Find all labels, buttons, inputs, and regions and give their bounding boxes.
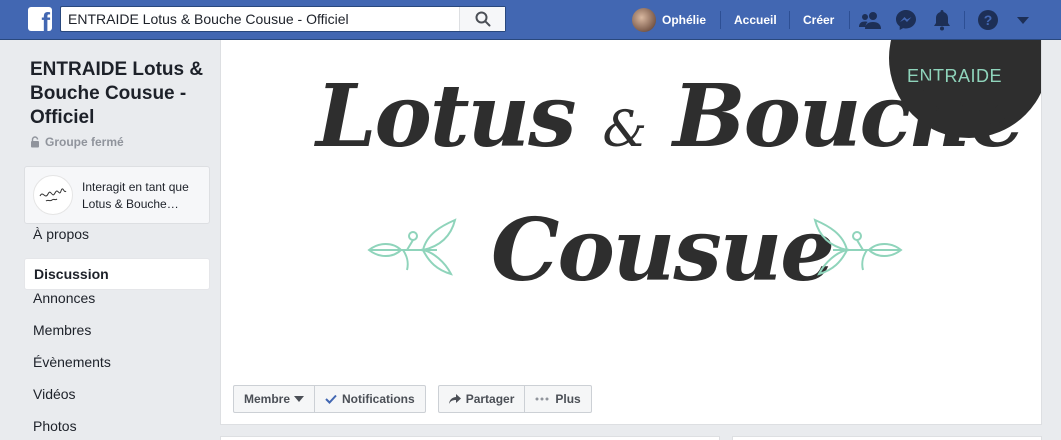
sidebar-item-discussion[interactable]: Discussion	[24, 258, 210, 290]
more-label: Plus	[555, 392, 581, 406]
nav-divider	[964, 11, 965, 29]
check-icon	[325, 394, 337, 404]
share-buttons: Partager Plus	[437, 385, 592, 413]
nav-divider	[849, 11, 850, 29]
cover-title-line-2: Cousue	[491, 200, 835, 301]
leaf-sprig-right-icon	[813, 218, 903, 276]
more-dots-icon	[535, 397, 549, 401]
notifications-label: Notifications	[342, 392, 415, 406]
sidebar-item-membres[interactable]: Membres	[24, 322, 210, 354]
group-privacy: Groupe fermé	[30, 135, 124, 149]
member-button[interactable]: Membre	[234, 386, 314, 412]
group-cover-photo: ENTRAIDE Lotus & Bouche Cousue Membre No…	[220, 40, 1042, 425]
home-label: Accueil	[734, 13, 777, 27]
help-icon[interactable]: ?	[976, 8, 1000, 32]
share-arrow-icon	[448, 394, 461, 404]
cover-word-bouche: Bouche	[672, 66, 1025, 167]
cover-ampersand: &	[602, 100, 646, 158]
chevron-down-icon	[294, 396, 305, 402]
sidebar-item-evenements[interactable]: Évènements	[24, 354, 210, 386]
interact-as-label: Interagit en tant que Lotus & Bouche…	[82, 180, 189, 211]
messenger-icon[interactable]	[894, 8, 918, 32]
create-link[interactable]: Créer	[803, 0, 834, 40]
top-navigation-bar: f Ophélie Accueil Créer ?	[0, 0, 1061, 40]
leaf-sprig-left-icon	[367, 218, 457, 276]
member-label: Membre	[244, 392, 291, 406]
group-menu: À propos Discussion Annonces Membres Évè…	[24, 226, 210, 440]
avatar	[632, 8, 656, 32]
share-button[interactable]: Partager	[439, 386, 525, 412]
home-link[interactable]: Accueil	[734, 0, 777, 40]
cover-word-lotus: Lotus	[316, 66, 576, 167]
group-type-label: Groupe fermé	[45, 135, 124, 149]
sidebar-item-a-propos[interactable]: À propos	[24, 226, 210, 258]
page-logo	[33, 175, 73, 215]
more-button[interactable]: Plus	[524, 386, 590, 412]
facebook-logo-icon[interactable]: f	[28, 7, 52, 31]
interact-as-switcher[interactable]: Interagit en tant que Lotus & Bouche…	[24, 166, 210, 224]
create-label: Créer	[803, 13, 835, 27]
cover-title-line-1: Lotus & Bouche	[316, 66, 1025, 167]
notifications-button[interactable]: Notifications	[314, 386, 425, 412]
notifications-icon[interactable]	[930, 8, 954, 32]
lock-icon	[31, 136, 39, 148]
search-box	[60, 6, 506, 32]
nav-divider	[720, 11, 721, 29]
account-menu-icon[interactable]	[1011, 8, 1035, 32]
search-input[interactable]	[61, 7, 461, 31]
share-label: Partager	[465, 392, 515, 406]
search-icon	[475, 11, 490, 27]
profile-link[interactable]: Ophélie	[632, 0, 706, 40]
sidebar-item-videos[interactable]: Vidéos	[24, 386, 210, 418]
nav-divider	[789, 11, 790, 29]
search-button[interactable]	[459, 7, 505, 31]
group-title[interactable]: ENTRAIDE Lotus & Bouche Cousue - Officie…	[30, 58, 210, 130]
group-actions: Membre Notifications Partager Plus	[233, 385, 604, 413]
user-name: Ophélie	[662, 13, 707, 27]
composer-card	[220, 436, 720, 440]
sidebar-item-photos[interactable]: Photos	[24, 418, 210, 440]
side-card	[732, 436, 1042, 440]
friends-icon[interactable]	[858, 8, 882, 32]
membership-buttons: Membre Notifications	[233, 385, 426, 413]
sidebar-item-annonces[interactable]: Annonces	[24, 290, 210, 322]
svg-text:?: ?	[984, 12, 993, 28]
